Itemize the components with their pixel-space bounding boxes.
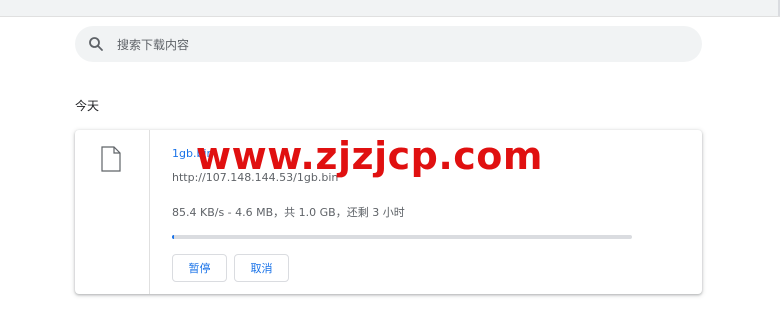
cancel-button[interactable]: 取消 [234, 254, 289, 282]
watermark-logo: www.zjzjcp.com [196, 134, 543, 178]
download-status: 85.4 KB/s - 4.6 MB，共 1.0 GB，还剩 3 小时 [172, 206, 405, 219]
download-progress-bar [172, 235, 632, 239]
section-title-today: 今天 [75, 99, 100, 113]
search-icon [87, 35, 105, 53]
file-icon [101, 146, 121, 176]
search-input[interactable]: 搜索下载内容 [117, 36, 189, 53]
top-bar [0, 0, 780, 17]
search-box[interactable]: 搜索下载内容 [75, 26, 702, 62]
download-progress-fill [172, 235, 175, 239]
pause-button[interactable]: 暂停 [172, 254, 227, 282]
download-icon-column [75, 130, 150, 294]
